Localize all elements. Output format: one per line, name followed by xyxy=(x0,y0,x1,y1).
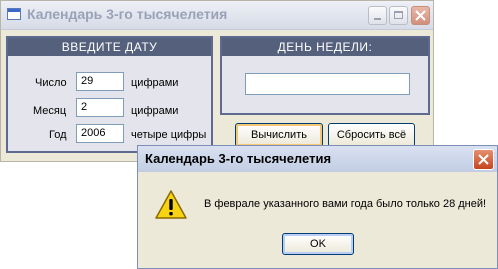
date-panel-header: ВВЕДИТЕ ДАТУ xyxy=(8,38,211,56)
day-input[interactable]: 29 xyxy=(76,72,124,91)
date-input-panel: ВВЕДИТЕ ДАТУ Число 29 цифрами Месяц 2 ци… xyxy=(6,36,213,153)
month-input[interactable]: 2 xyxy=(76,98,124,117)
weekday-panel-header: ДЕНЬ НЕДЕЛИ: xyxy=(222,38,428,56)
message-box: Календарь 3-го тысячелетия В феврале ука… xyxy=(137,145,498,269)
day-hint: цифрами xyxy=(131,77,179,89)
main-window: Календарь 3-го тысячелетия ВВЕДИТЕ ДАТУ … xyxy=(0,0,434,162)
year-input[interactable]: 2006 xyxy=(76,124,124,143)
maximize-icon xyxy=(394,11,403,19)
message-text: В феврале указанного вами года было толь… xyxy=(204,198,487,210)
main-window-title: Календарь 3-го тысячелетия xyxy=(27,6,228,22)
ok-button[interactable]: OK xyxy=(282,233,354,255)
reset-button[interactable]: Сбросить всё xyxy=(328,123,415,147)
year-label: Год xyxy=(49,129,67,141)
month-hint: цифрами xyxy=(131,105,179,117)
close-icon xyxy=(478,154,489,165)
minimize-icon xyxy=(374,18,381,20)
minimize-button[interactable] xyxy=(368,6,387,25)
month-label: Месяц xyxy=(33,105,67,117)
main-title-bar[interactable]: Календарь 3-го тысячелетия xyxy=(1,1,433,30)
weekday-result-field[interactable] xyxy=(245,73,410,95)
day-label: Число xyxy=(35,77,67,89)
main-close-button[interactable] xyxy=(411,6,430,25)
message-close-button[interactable] xyxy=(473,149,494,170)
app-icon xyxy=(7,8,21,20)
calculate-button[interactable]: Вычислить xyxy=(235,123,323,147)
warning-icon xyxy=(155,190,187,219)
message-title-bar[interactable]: Календарь 3-го тысячелетия xyxy=(138,146,497,172)
maximize-button[interactable] xyxy=(389,6,408,25)
weekday-panel: ДЕНЬ НЕДЕЛИ: xyxy=(220,36,430,115)
close-icon xyxy=(415,10,426,21)
message-box-title: Календарь 3-го тысячелетия xyxy=(145,151,332,166)
year-hint: четыре цифры xyxy=(131,129,207,141)
